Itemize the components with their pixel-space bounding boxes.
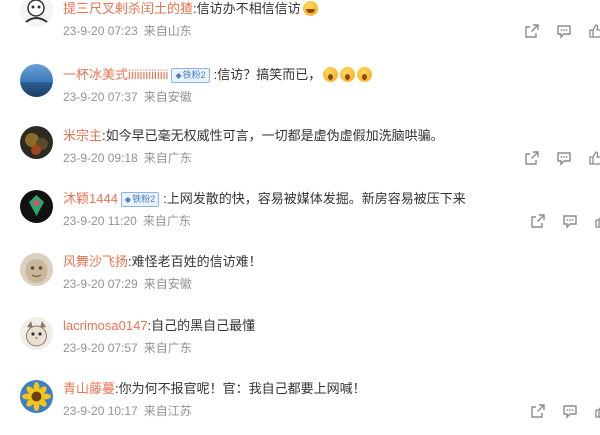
comment-time: 23-9-20 07:57 [63, 341, 138, 355]
comment-meta: 23-9-20 07:23 来自山东 [63, 23, 192, 39]
comment-text: 如今早已毫无权威性可言，一切都是虚伪虚假加洗脑哄骗。 [105, 128, 444, 143]
comment-location: 来自安徽 [143, 277, 192, 291]
comment-time: 23-9-20 11:20 [63, 214, 137, 228]
user-avatar[interactable] [20, 190, 53, 223]
comment-item: 米宗主:如今早已毫无权威性可言，一切都是虚伪虚假加洗脑哄骗。 23-9-20 0… [0, 124, 600, 186]
comment-time: 23-9-20 09:18 [63, 151, 138, 165]
comment-location: 来自山东 [143, 24, 192, 38]
gasp-emoji-icon [357, 67, 373, 82]
comment-username[interactable]: lacrimosa0147 [63, 318, 148, 333]
comment-item: 一杯冰美式iiiiiiiiiiiiii ◆铁粉2:信访？搞笑而已， 23-9-20… [0, 62, 600, 124]
comment-time: 23-9-20 07:37 [63, 90, 138, 104]
grin-emoji-icon [302, 1, 318, 16]
comment-location: 来自广东 [143, 341, 192, 355]
like-icon[interactable] [594, 403, 600, 419]
comment-time: 23-9-20 10:17 [63, 404, 138, 418]
comment-item: lacrimosa0147:自己的黑自己最懂 23-9-20 07:57 来自广东 [0, 310, 600, 372]
comment-actions [530, 213, 600, 233]
comment-username[interactable]: 米宗主 [63, 128, 102, 143]
like-icon[interactable] [594, 213, 600, 229]
user-avatar[interactable] [20, 0, 53, 27]
diamond-icon: ◆ [175, 71, 182, 80]
comment-location: 来自江苏 [143, 404, 192, 418]
comment-meta: 23-9-20 07:29 来自安徽 [63, 276, 192, 292]
comment-icon[interactable] [562, 213, 578, 229]
like-icon[interactable] [588, 23, 600, 39]
comment-username[interactable]: 沐颖1444 [63, 191, 118, 206]
share-icon[interactable] [530, 213, 546, 229]
comment-time: 23-9-20 07:23 [63, 24, 138, 38]
share-icon[interactable] [524, 150, 540, 166]
comment-meta: 23-9-20 09:18 来自广东 [63, 150, 192, 166]
share-icon[interactable] [524, 23, 540, 39]
comment-text: 你为何不报官呢！官：我自己都要上网喊！ [118, 381, 366, 396]
comment-actions [530, 403, 600, 423]
comment-location: 来自广东 [143, 151, 192, 165]
fan-badge-label: 铁粉2 [132, 194, 156, 204]
fan-badge[interactable]: ◆铁粉2 [120, 192, 160, 207]
comment-username[interactable]: 一杯冰美式iiiiiiiiiiiiii [63, 67, 168, 82]
comment-item: 提三尺叉剌杀闰土的猹:信访办不相信信访 23-9-20 07:23 来自山东 [0, 0, 600, 62]
comment-item: 沐颖1444 ◆铁粉2:上网发散的快，容易被媒体发掘。新房容易被压下来 23-9-… [0, 186, 600, 248]
comment-icon[interactable] [556, 23, 572, 39]
user-avatar[interactable] [20, 253, 53, 286]
gasp-emoji-icon [340, 67, 356, 82]
comment-meta: 23-9-20 07:37 来自安徽 [63, 89, 192, 105]
comment-item: 青山藤蔓:你为何不报官呢！官：我自己都要上网喊！ 23-9-20 10:17 来自… [0, 372, 600, 434]
comment-icon[interactable] [562, 403, 578, 419]
gasp-emoji-icon [323, 67, 339, 82]
comment-time: 23-9-20 07:29 [63, 277, 138, 291]
fan-badge[interactable]: ◆铁粉2 [171, 68, 210, 83]
comment-item: 风舞沙飞扬:难怪老百姓的信访难！ 23-9-20 07:29 来自安徽 [0, 248, 600, 310]
comment-text: 信访办不相信信访 [196, 1, 301, 16]
comment-text: 信访？搞笑而已， [217, 67, 322, 82]
comment-actions [524, 23, 600, 43]
user-avatar[interactable] [20, 317, 53, 350]
comment-username[interactable]: 青山藤蔓 [63, 381, 115, 396]
comment-text: 难怪老百姓的信访难！ [131, 254, 262, 269]
comment-meta: 23-9-20 10:17 来自江苏 [63, 403, 192, 419]
fan-badge-label: 铁粉2 [182, 70, 206, 80]
comment-meta: 23-9-20 07:57 来自广东 [63, 340, 192, 356]
comment-username[interactable]: 提三尺叉剌杀闰土的猹 [63, 1, 193, 16]
comment-location: 来自安徽 [143, 90, 192, 104]
like-icon[interactable] [588, 150, 600, 166]
comment-text: 自己的黑自己最懂 [151, 318, 256, 333]
user-avatar[interactable] [20, 64, 53, 97]
comment-text: 上网发散的快，容易被媒体发掘。新房容易被压下来 [166, 191, 466, 206]
comment-icon[interactable] [556, 150, 572, 166]
comment-meta: 23-9-20 11:20 来自广东 [63, 213, 191, 229]
comment-username[interactable]: 风舞沙飞扬 [63, 254, 128, 269]
share-icon[interactable] [530, 403, 546, 419]
diamond-icon: ◆ [124, 195, 132, 204]
comment-actions [524, 150, 600, 170]
user-avatar[interactable] [20, 126, 53, 159]
comment-location: 来自广东 [142, 214, 191, 228]
user-avatar[interactable] [20, 380, 53, 413]
